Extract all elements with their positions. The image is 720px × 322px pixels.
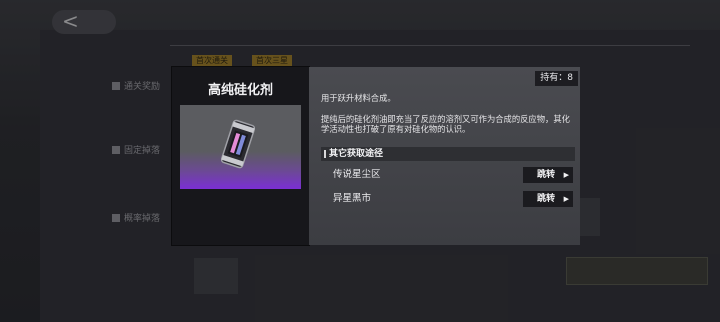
item-long-description: 提纯后的硅化剂油即充当了反应的溶剂又可作为合成的反应物，其化学活动性也打破了原有…: [321, 114, 570, 134]
arrow-right-icon: ▶: [563, 171, 569, 179]
item-detail-dialog: 高纯硅化剂 持有：8 用于跃升材料合成。 提纯后的硅化剂油即充当了反应的溶剂又可…: [172, 67, 580, 245]
jump-button[interactable]: 跳转 ▶: [523, 167, 573, 183]
item-image-frame: [180, 105, 301, 189]
item-preview-panel: 高纯硅化剂: [172, 67, 309, 245]
sources-header: 其它获取途径: [321, 147, 575, 161]
item-short-description: 用于跃升材料合成。: [321, 93, 396, 103]
silicide-canister-icon: [221, 119, 255, 169]
source-row: 传说星尘区 跳转 ▶: [321, 166, 575, 184]
owned-count: 持有：8: [535, 71, 578, 86]
arrow-right-icon: ▶: [563, 195, 569, 203]
item-info-panel: 持有：8 用于跃升材料合成。 提纯后的硅化剂油即充当了反应的溶剂又可作为合成的反…: [309, 67, 580, 245]
source-row: 异星黑市 跳转 ▶: [321, 190, 575, 208]
header-marker: [324, 150, 326, 158]
sources-title: 其它获取途径: [329, 149, 384, 159]
source-name: 异星黑市: [333, 193, 372, 204]
source-name: 传说星尘区: [333, 169, 381, 180]
item-name: 高纯硅化剂: [207, 83, 273, 98]
jump-button[interactable]: 跳转 ▶: [523, 191, 573, 207]
